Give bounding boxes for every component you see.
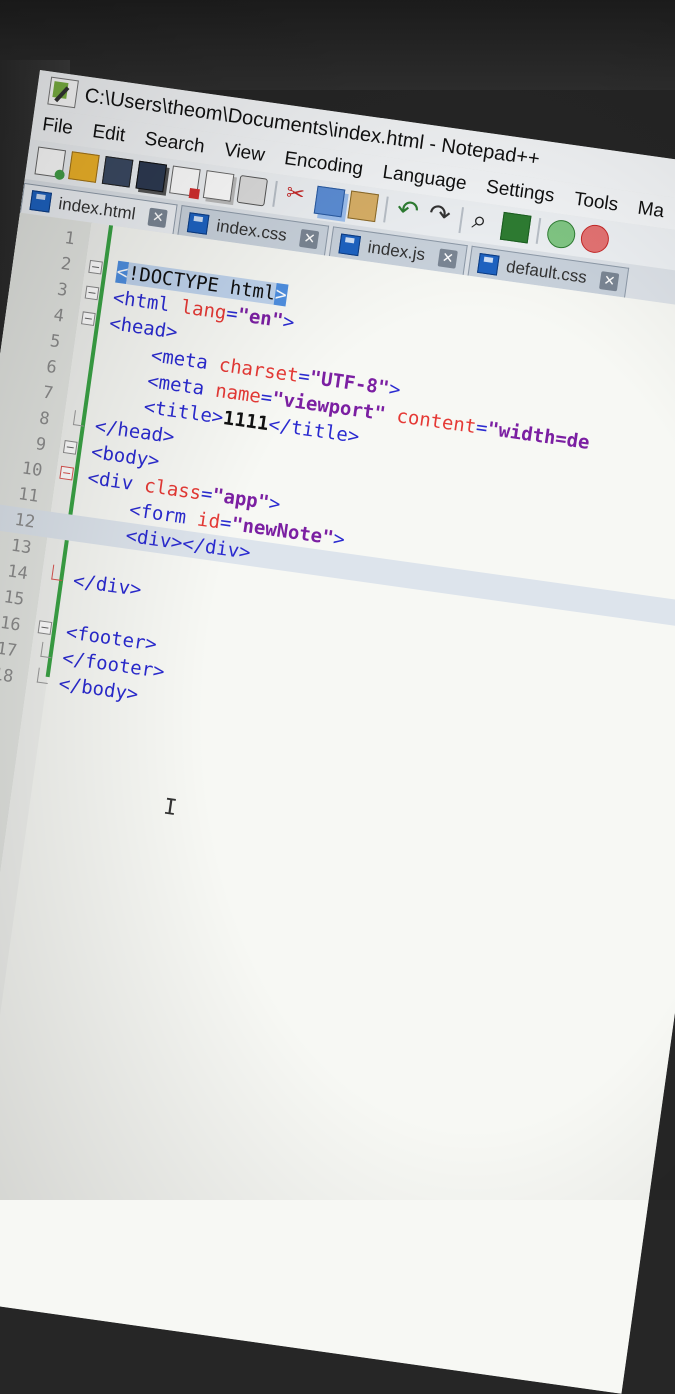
- notepad-plus-plus-icon[interactable]: [47, 76, 79, 109]
- token-tag: >: [387, 377, 402, 402]
- copy-icon[interactable]: [313, 185, 346, 218]
- fold-toggle-icon[interactable]: [62, 440, 78, 455]
- menu-macro[interactable]: Ma: [636, 198, 665, 223]
- menu-settings[interactable]: Settings: [485, 176, 556, 207]
- menu-tools[interactable]: Tools: [572, 189, 620, 217]
- fold-toggle-icon[interactable]: [37, 620, 53, 635]
- tab-label: index.js: [366, 236, 427, 264]
- fold-end-marker: [51, 564, 65, 582]
- save-all-icon[interactable]: [135, 160, 168, 193]
- fold-end-marker: [40, 641, 54, 659]
- token-tag: >: [267, 492, 282, 516]
- fold-toggle-icon[interactable]: [84, 285, 100, 301]
- close-tab-icon[interactable]: ✕: [599, 270, 620, 291]
- saved-file-icon: [338, 233, 362, 256]
- fold-toggle-icon[interactable]: [88, 259, 103, 275]
- notepad-plus-plus-window: C:\Users\theom\Documents\index.html - No…: [0, 70, 675, 1394]
- token-sel: >: [273, 283, 289, 307]
- saved-file-icon: [29, 189, 53, 213]
- fold-toggle-icon[interactable]: [81, 311, 96, 326]
- save-icon[interactable]: [101, 155, 134, 188]
- token-tag: >: [331, 527, 347, 551]
- close-icon[interactable]: [169, 165, 201, 198]
- toolbar-separator: [383, 196, 389, 223]
- saved-file-icon: [187, 211, 211, 235]
- open-file-icon[interactable]: [68, 151, 100, 183]
- fold-end-marker: [72, 410, 86, 427]
- redo-icon[interactable]: [425, 202, 454, 231]
- toolbar-separator: [535, 217, 542, 244]
- zoom-out-icon[interactable]: [579, 223, 611, 255]
- close-tab-icon[interactable]: ✕: [147, 207, 169, 228]
- code-editor[interactable]: 1 2 <!DOCTYPE html> 3 <html lang="en"> 4 <head…: [0, 212, 675, 1394]
- menu-file[interactable]: File: [41, 114, 74, 140]
- undo-icon[interactable]: [393, 198, 422, 227]
- token-tag: >: [281, 310, 296, 334]
- close-tab-icon[interactable]: ✕: [437, 247, 458, 269]
- monitor-bezel-top: [0, 0, 675, 90]
- zoom-in-icon[interactable]: [545, 218, 578, 250]
- close-tab-icon[interactable]: ✕: [299, 228, 320, 249]
- toolbar-separator: [458, 207, 465, 234]
- new-file-icon[interactable]: [34, 146, 67, 179]
- menu-view[interactable]: View: [223, 140, 266, 167]
- fold-end-marker: [36, 667, 50, 685]
- find-icon[interactable]: [468, 208, 497, 237]
- paste-icon[interactable]: [347, 190, 379, 223]
- menu-search[interactable]: Search: [143, 128, 206, 158]
- menu-edit[interactable]: Edit: [91, 121, 126, 147]
- print-icon[interactable]: [236, 174, 269, 207]
- fold-toggle-icon[interactable]: [59, 465, 74, 481]
- close-all-icon[interactable]: [202, 170, 235, 202]
- replace-icon[interactable]: [499, 211, 532, 244]
- toolbar-separator: [272, 180, 278, 207]
- saved-file-icon: [477, 252, 500, 276]
- cut-icon[interactable]: [282, 182, 311, 211]
